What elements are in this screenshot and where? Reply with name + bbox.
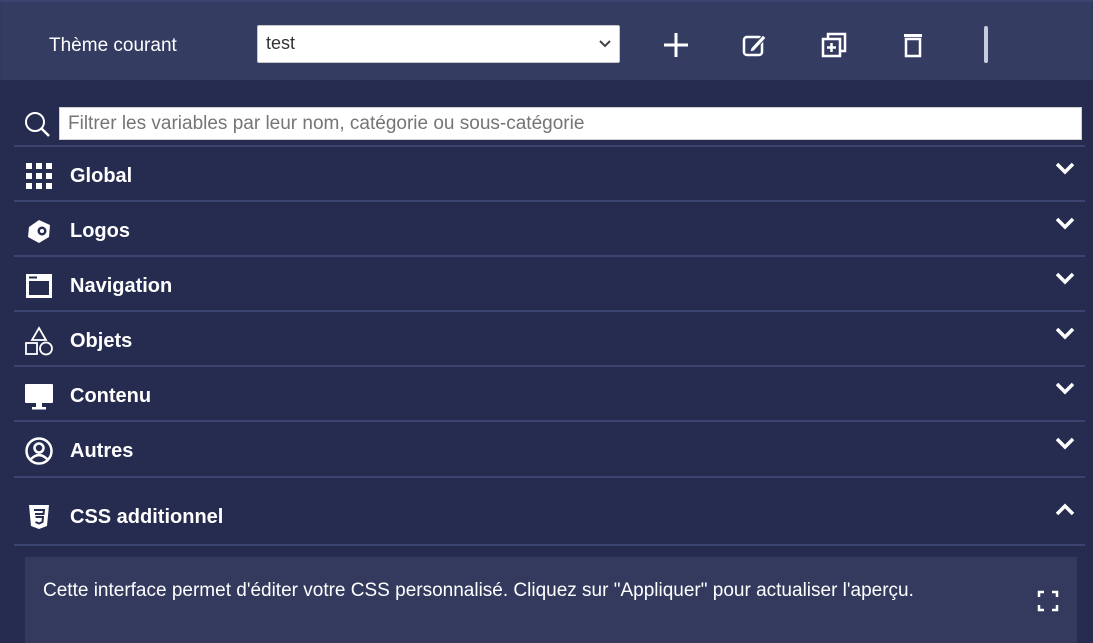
section-label: Global <box>70 165 133 187</box>
css3-icon <box>24 502 54 532</box>
section-autres[interactable]: Autres <box>14 420 1085 475</box>
duplicate-theme-button[interactable] <box>817 28 851 62</box>
section-label: Objets <box>70 330 133 352</box>
section-objets[interactable]: Objets <box>14 310 1085 365</box>
search-icon <box>25 112 50 137</box>
theme-select-value: test <box>266 33 296 53</box>
section-label: Logos <box>70 220 130 242</box>
section-contenu[interactable]: Contenu <box>14 365 1085 420</box>
chevron-down-icon <box>1055 437 1075 450</box>
chevron-down-icon <box>1055 382 1075 395</box>
add-icon <box>664 33 688 57</box>
top-toolbar: Thème courant test <box>0 0 1093 80</box>
section-navigation[interactable]: Navigation <box>14 255 1085 310</box>
chevron-down-icon <box>1055 272 1075 285</box>
current-theme-label: Thème courant <box>49 35 177 56</box>
edit-icon <box>742 34 767 57</box>
duplicate-icon <box>821 32 847 58</box>
theme-select[interactable]: test <box>257 25 620 63</box>
add-theme-button[interactable] <box>659 28 693 62</box>
delete-theme-button[interactable] <box>896 28 930 62</box>
chevron-down-icon <box>1055 162 1075 175</box>
section-label: CSS additionnel <box>70 506 224 528</box>
section-logos[interactable]: Logos <box>14 200 1085 255</box>
edit-theme-button[interactable] <box>738 28 772 62</box>
logo-icon <box>24 216 54 246</box>
shapes-icon <box>24 326 54 356</box>
variable-filter-input[interactable] <box>59 107 1082 140</box>
section-label: Autres <box>70 440 134 462</box>
fullscreen-icon[interactable] <box>1037 590 1059 612</box>
section-label: Navigation <box>70 275 173 297</box>
monitor-icon <box>24 381 54 411</box>
section-label: Contenu <box>70 385 152 407</box>
chevron-down-icon <box>1055 217 1075 230</box>
chevron-down-icon <box>1055 327 1075 340</box>
chevron-down-icon <box>599 40 611 48</box>
section-css-additionnel[interactable]: CSS additionnel <box>14 476 1085 546</box>
chevron-up-icon <box>1055 503 1075 516</box>
delete-icon <box>904 34 922 58</box>
browser-window-icon <box>24 271 54 301</box>
section-global[interactable]: Global <box>14 145 1085 200</box>
toolbar-separator <box>984 26 988 63</box>
grid-icon <box>24 161 54 191</box>
css-panel-description: Cette interface permet d'éditer votre CS… <box>43 580 914 601</box>
user-circle-icon <box>24 436 54 466</box>
css-editor-panel: Cette interface permet d'éditer votre CS… <box>25 557 1077 643</box>
